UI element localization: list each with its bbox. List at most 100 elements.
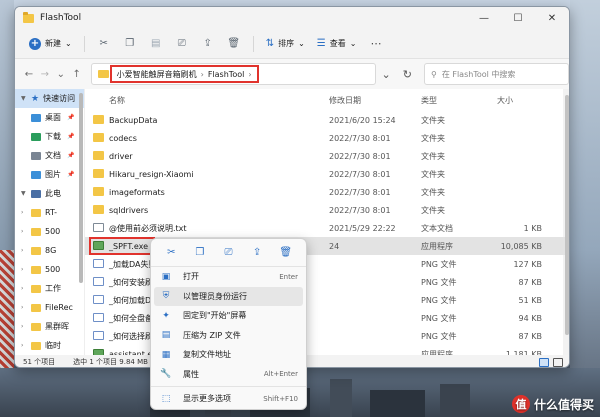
maximize-button[interactable]: ☐ [501,7,535,29]
shortcut-key: Shift+F10 [263,394,298,403]
menu-item-label: 固定到"开始"屏幕 [183,311,247,321]
file-row[interactable]: Hikaru_resign-Xiaomi 2022/7/30 8:01 文件夹 [85,165,565,183]
copy-icon[interactable]: ❐ [117,33,143,55]
cut-icon[interactable]: ✂ [91,33,117,55]
file-row[interactable]: BackupData 2021/6/20 15:24 文件夹 [85,111,565,129]
chevron-right-icon[interactable]: › [21,266,27,273]
sidebar-item[interactable]: › FileRec [15,298,84,317]
shortcut-key: Enter [279,272,298,281]
copy-icon[interactable]: ❐ [190,244,210,262]
minimize-button[interactable]: — [467,7,501,29]
file-size: 127 KB [513,259,542,269]
column-header-date[interactable]: 修改日期 [329,95,361,106]
chevron-right-icon[interactable]: › [21,342,27,349]
chevron-right-icon[interactable]: › [21,285,27,292]
context-menu-item[interactable]: ⬚ 显示更多选项 Shift+F10 [151,389,306,409]
recent-chevron-icon[interactable]: ⌄ [53,69,69,80]
context-menu-item[interactable]: 🔧 属性 Alt+Enter [151,365,306,385]
sidebar-item[interactable]: › 500 [15,260,84,279]
sidebar-item[interactable]: › 工作 [15,279,84,298]
file-row[interactable]: codecs 2022/7/30 8:01 文件夹 [85,129,565,147]
paste-icon[interactable]: ▤ [143,33,169,55]
sidebar-item[interactable]: 图片 📌 [15,165,84,184]
chevron-down-icon: ⌄ [65,39,72,48]
sidebar-item[interactable]: 文档 📌 [15,146,84,165]
sort-button[interactable]: ⇅ 排序 ⌄ [260,35,311,52]
refresh-icon[interactable]: ↻ [397,68,418,81]
sidebar-item[interactable]: 下载 📌 [15,127,84,146]
sidebar-item-label: 快速访问 [43,94,76,103]
delete-icon[interactable]: 🗑 [221,33,247,55]
rename-icon[interactable]: ⎚ [218,244,238,262]
sidebar-item[interactable]: › RT- [15,203,84,222]
file-date: 24 [329,241,340,251]
details-view-icon[interactable] [539,357,549,367]
file-size: 94 KB [518,313,542,323]
column-header-type[interactable]: 类型 [421,95,437,106]
breadcrumb-item[interactable]: 小爱智能触屏音箱刷机 [117,69,197,80]
file-row[interactable]: @使用前必须说明.txt 2021/5/29 22:22 文本文档 1 KB [85,219,565,237]
pin-icon: 📌 [67,152,75,159]
up-arrow-icon[interactable]: ↑ [69,69,85,80]
chevron-right-icon[interactable]: › [21,228,27,235]
sidebar-item[interactable]: ▼ ★ 快速访问 [15,89,84,108]
cut-icon[interactable]: ✂ [161,244,181,262]
image-file-icon [93,295,104,304]
file-row[interactable]: imageformats 2022/7/30 8:01 文件夹 [85,183,565,201]
share-icon[interactable]: ⇪ [247,244,267,262]
new-button[interactable]: + 新建 ⌄ [23,35,78,53]
desktop-building [440,384,470,417]
sidebar-item[interactable]: › 黑群晖 [15,317,84,336]
refresh-icon[interactable]: ⌄ [376,68,397,81]
breadcrumb-item[interactable]: FlashTool [208,70,245,79]
address-bar[interactable]: 小爱智能触屏音箱刷机 › FlashTool › [90,63,376,85]
title-bar[interactable]: FlashTool — ☐ ✕ [15,7,569,29]
sidebar-scrollbar[interactable] [79,93,83,283]
sidebar-item[interactable]: 桌面 📌 [15,108,84,127]
sidebar-item-label: 文档 [45,151,61,160]
scrollbar-thumb[interactable] [565,95,569,335]
close-button[interactable]: ✕ [535,7,569,29]
zip-icon: ▤ [161,330,171,341]
sidebar-item[interactable]: › 8G [15,241,84,260]
chevron-right-icon[interactable]: › [21,304,27,311]
drive-icon [31,208,41,217]
forward-arrow-icon[interactable]: → [37,69,53,80]
sidebar-item[interactable]: › 500 [15,222,84,241]
file-date: 2022/7/30 8:01 [329,187,391,197]
back-arrow-icon[interactable]: ← [21,69,37,80]
chevron-right-icon[interactable]: › [21,209,27,216]
sidebar-item[interactable]: ▼ 此电 [15,184,84,203]
context-menu-item[interactable]: ▣ 打开 Enter [151,267,306,287]
context-menu-item[interactable]: ⛨ 以管理员身份运行 [154,286,303,306]
file-type: PNG 文件 [421,295,457,305]
toolbar-divider [252,35,254,52]
selection-info: 选中 1 个项目 9.84 MB [73,358,148,366]
sidebar-item-label: FileRec [45,303,73,312]
view-button[interactable]: ☰ 查看 ⌄ [311,35,363,52]
sidebar-item-label: 500 [45,265,61,274]
sidebar-item[interactable]: › 临时 [15,336,84,355]
file-row[interactable]: driver 2022/7/30 8:01 文件夹 [85,147,565,165]
file-row[interactable]: sqldrivers 2022/7/30 8:01 文件夹 [85,201,565,219]
rename-icon[interactable]: ⎚ [169,33,195,55]
share-icon[interactable]: ⇪ [195,33,221,55]
context-menu-item[interactable]: ▤ 压缩为 ZIP 文件 [151,326,306,346]
folder-icon [93,187,104,196]
file-type: PNG 文件 [421,313,457,323]
column-header-size[interactable]: 大小 [497,95,513,106]
search-input[interactable]: ⚲ 在 FlashTool 中搜索 [423,63,569,85]
tiles-view-icon[interactable] [553,357,563,367]
chevron-down-icon[interactable]: ▼ [21,95,27,102]
delete-icon[interactable]: 🗑 [276,244,296,262]
more-options-button[interactable]: ⋯ [362,37,389,50]
navigation-pane: ▼ ★ 快速访问 桌面 📌 下载 📌 文档 📌 图片 📌 ▼ 此电 › RT- › 500 › 8G › 500 › 工作 ›… [15,89,85,355]
chevron-right-icon[interactable]: ▼ [21,190,27,197]
chevron-right-icon[interactable]: › [21,247,27,254]
window-title: FlashTool [40,13,82,23]
context-menu-item[interactable]: ✦ 固定到"开始"屏幕 [151,306,306,326]
column-header-name[interactable]: 名称 [109,95,125,106]
chevron-right-icon[interactable]: › [21,323,27,330]
drive-icon [31,322,41,331]
context-menu-item[interactable]: ▦ 复制文件地址 [151,345,306,365]
